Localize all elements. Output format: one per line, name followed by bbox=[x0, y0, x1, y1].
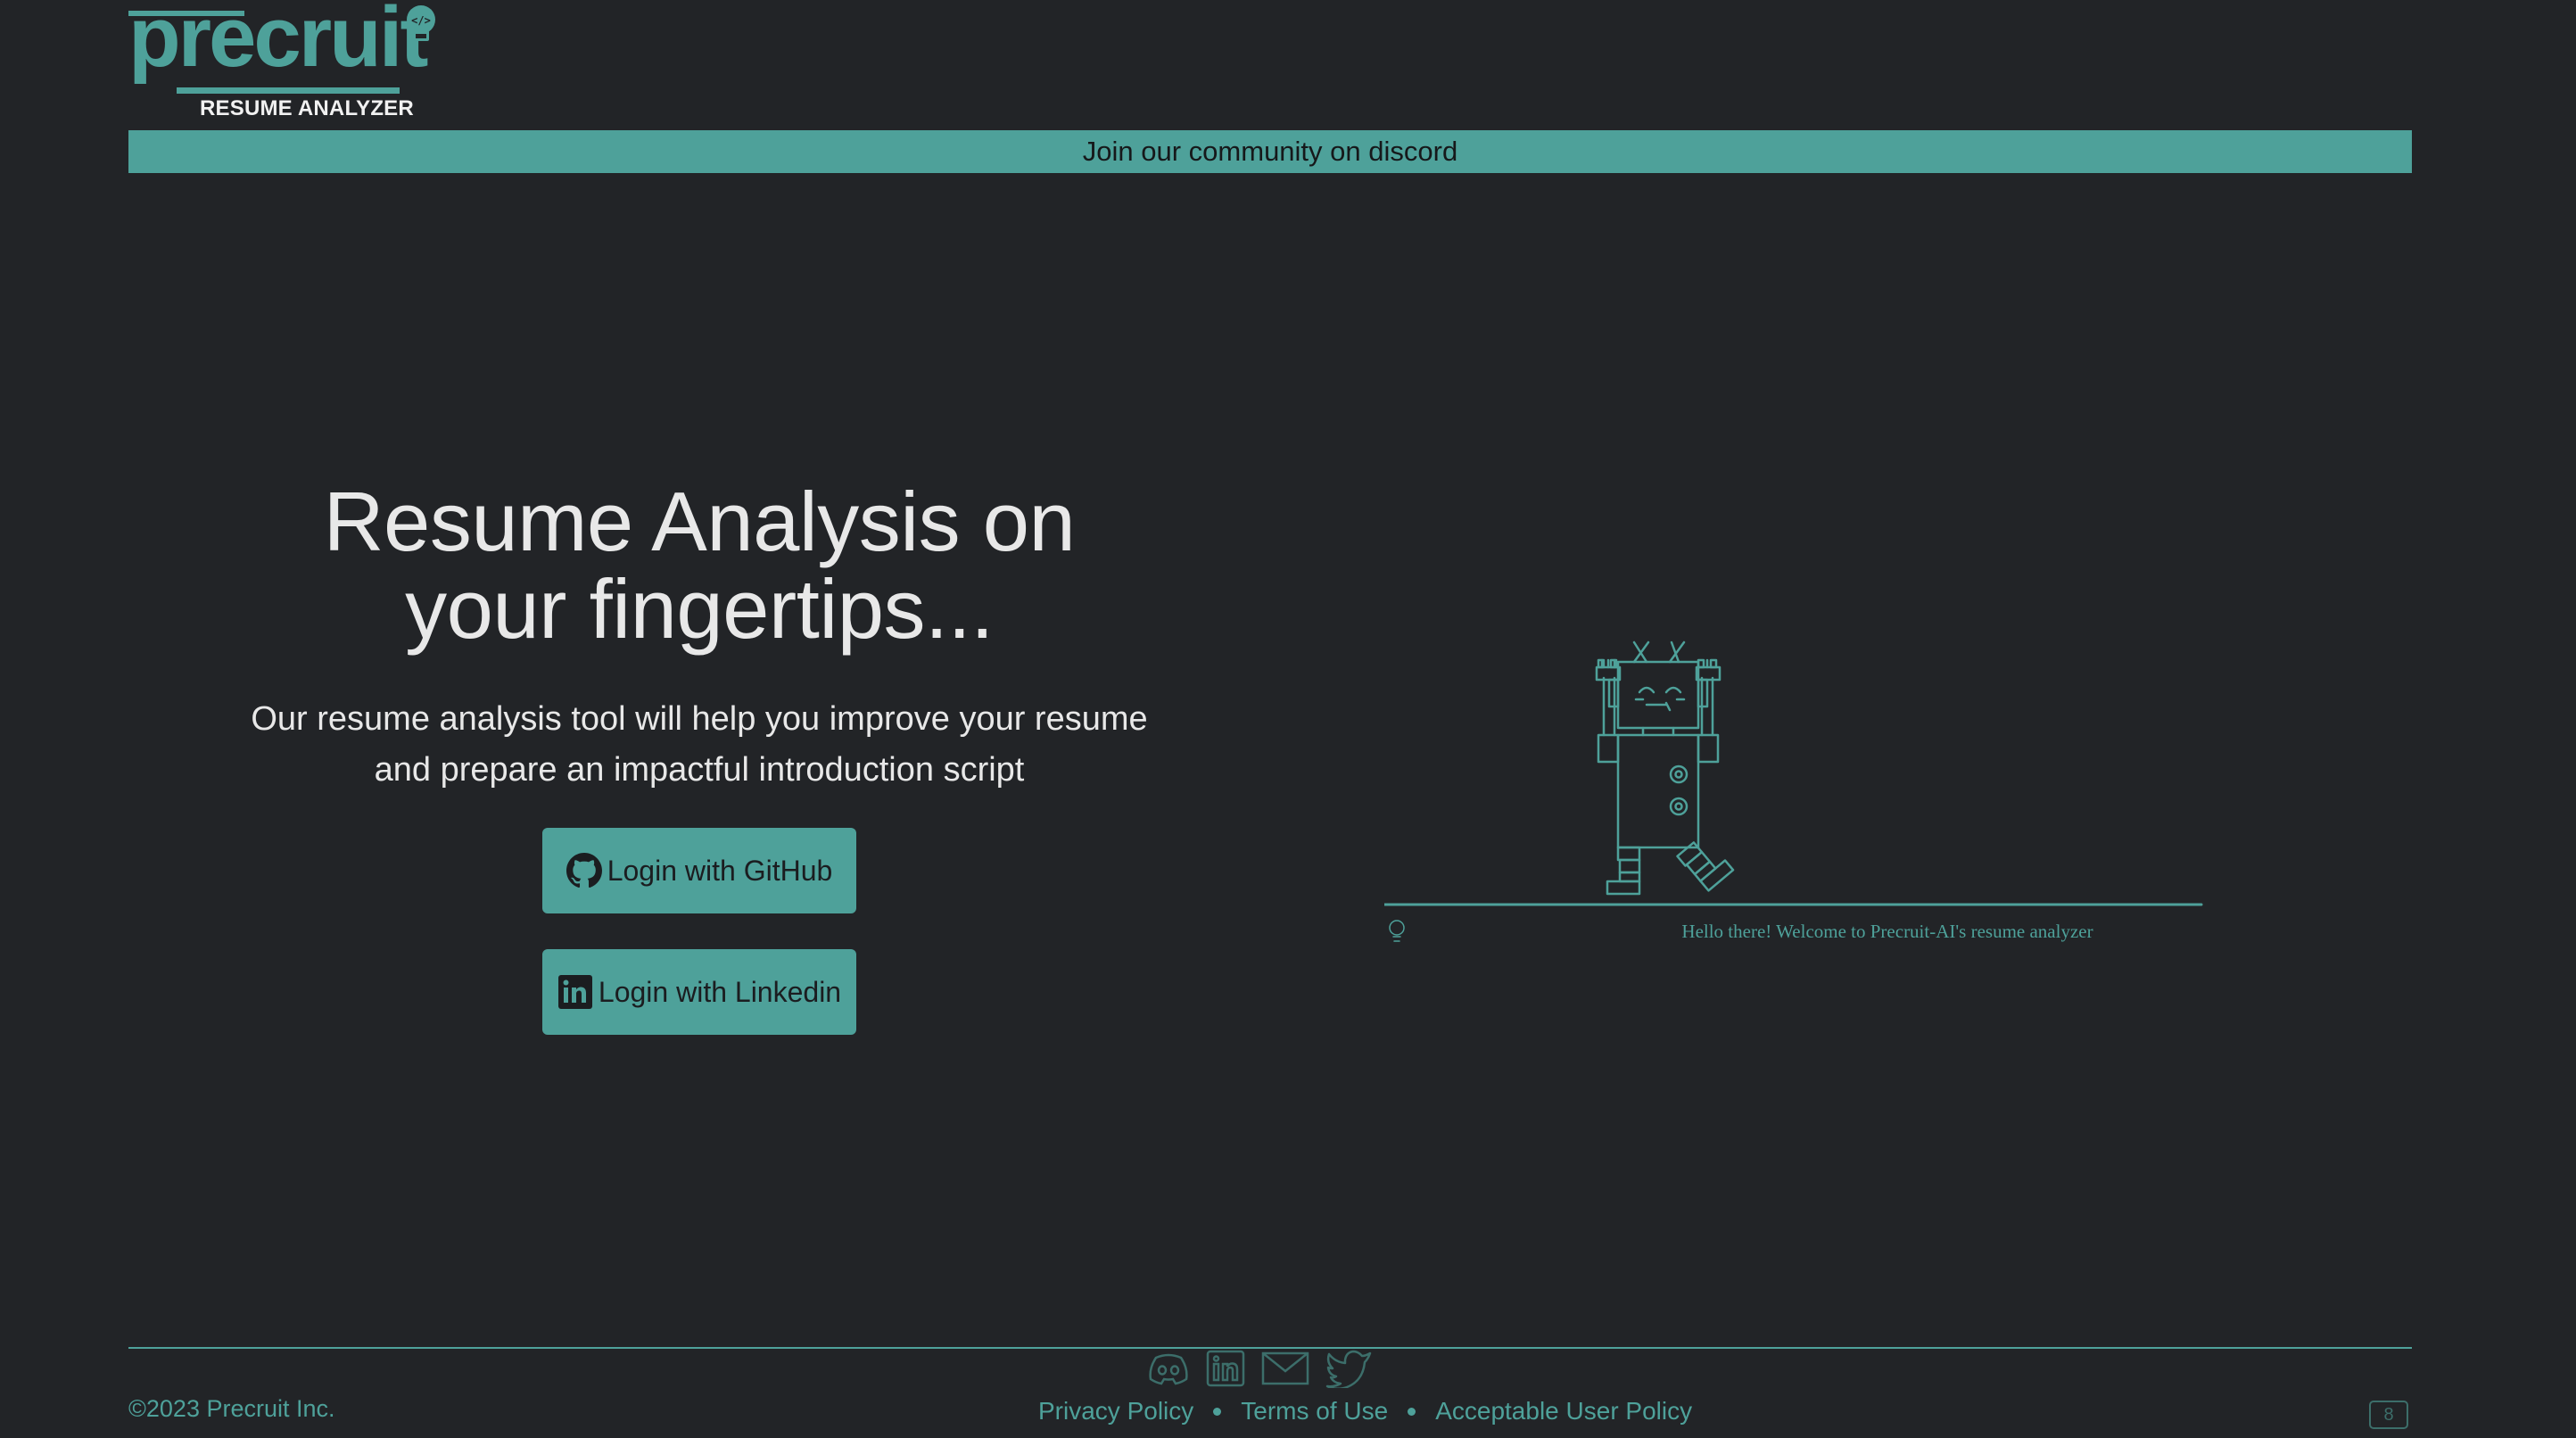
linkedin-footer-icon[interactable] bbox=[1206, 1350, 1245, 1392]
code-badge-icon: </> bbox=[407, 5, 435, 41]
logo-underline bbox=[177, 87, 400, 94]
robot-icon bbox=[1384, 640, 2203, 942]
svg-text:</>: </> bbox=[411, 14, 431, 27]
copyright-text: ©2023 Precruit Inc. bbox=[128, 1395, 335, 1422]
privacy-policy-link[interactable]: Privacy Policy bbox=[1038, 1397, 1193, 1426]
hero-section: Resume Analysis on your fingertips... Ou… bbox=[164, 478, 1234, 796]
hero-subtitle: Our resume analysis tool will help you i… bbox=[164, 694, 1234, 796]
acceptable-use-policy-link[interactable]: Acceptable User Policy bbox=[1435, 1397, 1692, 1426]
hero-subtitle-line-2: and prepare an impactful introduction sc… bbox=[374, 751, 1025, 789]
page: precruit RESUME ANALYZER </> Join our co… bbox=[0, 0, 2576, 1438]
robot-caption: Hello there! Welcome to Precruit-AI's re… bbox=[1681, 921, 2093, 942]
github-icon bbox=[566, 853, 602, 888]
login-linkedin-button[interactable]: Login with Linkedin bbox=[542, 949, 856, 1035]
twitter-icon[interactable] bbox=[1325, 1349, 1372, 1393]
hero-subtitle-line-1: Our resume analysis tool will help you i… bbox=[251, 700, 1148, 738]
login-github-button[interactable]: Login with GitHub bbox=[542, 828, 856, 913]
login-linkedin-label: Login with Linkedin bbox=[598, 975, 842, 1008]
hero-title-line-1: Resume Analysis on bbox=[323, 475, 1076, 568]
terms-of-use-link[interactable]: Terms of Use bbox=[1241, 1397, 1388, 1426]
login-github-label: Login with GitHub bbox=[607, 854, 833, 887]
logo-subtitle: RESUME ANALYZER bbox=[200, 96, 414, 120]
discord-banner-link[interactable]: Join our community on discord bbox=[128, 130, 2412, 173]
version-badge[interactable]: 8 bbox=[2369, 1401, 2408, 1429]
linkedin-icon bbox=[557, 975, 592, 1009]
footer-separator bbox=[1408, 1407, 1416, 1416]
discord-banner-text: Join our community on discord bbox=[1082, 136, 1458, 167]
discord-icon[interactable] bbox=[1147, 1351, 1190, 1391]
social-links bbox=[1147, 1349, 1372, 1392]
robot-illustration: Hello there! Welcome to Precruit-AI's re… bbox=[1384, 624, 2214, 963]
hero-title-line-2: your fingertips... bbox=[405, 562, 994, 656]
hero-title: Resume Analysis on your fingertips... bbox=[164, 478, 1234, 653]
brand-logo[interactable]: precruit RESUME ANALYZER </> bbox=[128, 0, 441, 123]
logo-wordmark: precruit bbox=[128, 0, 428, 85]
footer-separator bbox=[1213, 1407, 1222, 1416]
footer-links: Privacy Policy Terms of Use Acceptable U… bbox=[1038, 1397, 1692, 1426]
mail-icon[interactable] bbox=[1261, 1351, 1309, 1390]
